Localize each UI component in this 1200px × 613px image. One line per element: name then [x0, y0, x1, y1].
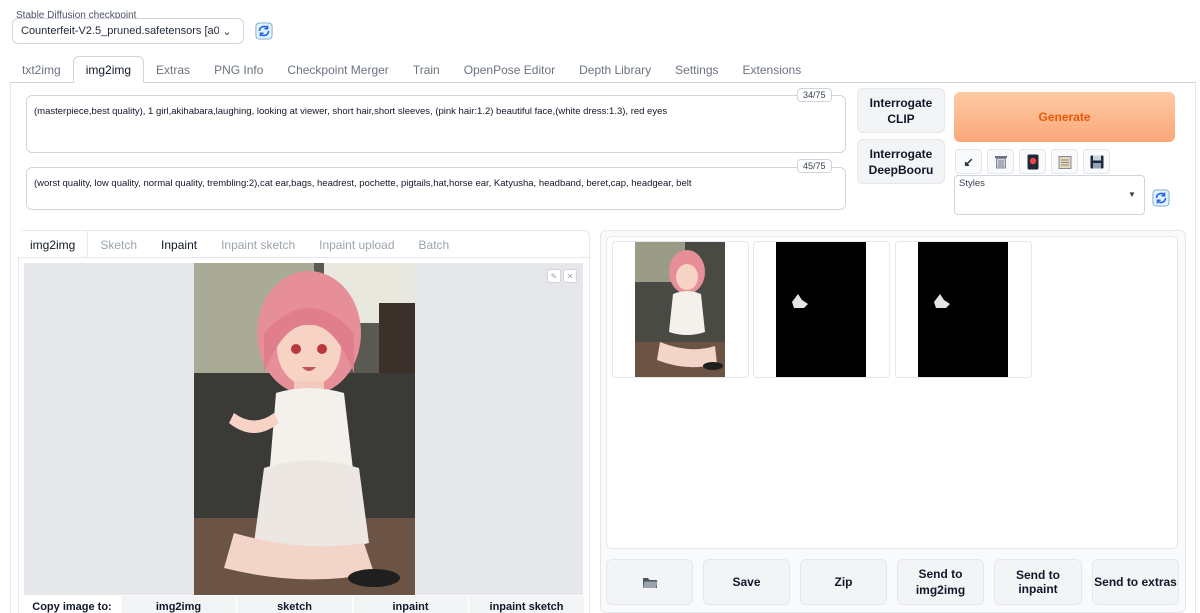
tab-extensions[interactable]: Extensions — [731, 56, 814, 83]
tab-settings[interactable]: Settings — [663, 56, 730, 83]
send-to-img2img-button[interactable]: Send to img2img — [897, 559, 984, 605]
img2img-mode-tabs: img2img Sketch Inpaint Inpaint sketch In… — [18, 231, 461, 258]
tab-train[interactable]: Train — [401, 56, 452, 83]
negative-prompt-token-counter: 45/75 — [797, 159, 832, 173]
prompt-input[interactable]: (masterpiece,best quality), 1 girl,akiha… — [26, 95, 846, 153]
subtab-batch[interactable]: Batch — [407, 231, 462, 258]
copy-to-sketch-button[interactable]: sketch — [236, 596, 352, 613]
save-style-button[interactable] — [1083, 149, 1110, 174]
input-image — [194, 263, 415, 595]
open-folder-button[interactable] — [606, 559, 693, 605]
gallery-thumbnail[interactable] — [895, 241, 1032, 378]
refresh-checkpoint-button[interactable] — [253, 20, 275, 42]
mask-image — [776, 242, 866, 377]
main-tabs: txt2img img2img Extras PNG Info Checkpoi… — [10, 56, 813, 83]
clear-prompt-button[interactable] — [987, 149, 1014, 174]
checkpoint-value: Counterfeit-V2.5_pruned.safetensors [a07… — [21, 25, 219, 37]
prompt-token-counter: 34/75 — [797, 88, 832, 102]
folder-icon — [642, 577, 657, 588]
tab-img2img[interactable]: img2img — [72, 56, 145, 83]
copy-to-inpaint-button[interactable]: inpaint — [352, 596, 468, 613]
arrow-down-left-icon: ↙ — [963, 154, 974, 169]
checkpoint-select[interactable]: Counterfeit-V2.5_pruned.safetensors [a07… — [12, 18, 244, 44]
floppy-disk-icon — [1090, 155, 1103, 168]
subtab-img2img[interactable]: img2img — [18, 231, 89, 258]
chevron-down-icon: ⌄ — [222, 25, 232, 38]
subtab-sketch[interactable]: Sketch — [88, 231, 149, 258]
refresh-icon — [255, 22, 273, 40]
tab-openpose-editor[interactable]: OpenPose Editor — [452, 56, 567, 83]
styles-label: Styles — [959, 178, 985, 189]
mask-image — [918, 242, 1008, 377]
interrogate-clip-button[interactable]: Interrogate CLIP — [857, 88, 945, 133]
zip-button[interactable]: Zip — [800, 559, 887, 605]
clipboard-icon — [1058, 155, 1071, 169]
tab-depth-library[interactable]: Depth Library — [567, 56, 663, 83]
tab-extras[interactable]: Extras — [144, 56, 202, 83]
apply-style-button[interactable] — [1051, 149, 1078, 174]
subtab-inpaint-sketch[interactable]: Inpaint sketch — [209, 231, 307, 258]
subtab-inpaint[interactable]: Inpaint — [149, 231, 209, 258]
interrogate-deepbooru-button[interactable]: Interrogate DeepBooru — [857, 139, 945, 184]
generate-button[interactable]: Generate — [954, 92, 1175, 142]
read-params-button[interactable]: ↙ — [955, 149, 982, 174]
refresh-styles-button[interactable] — [1150, 187, 1172, 209]
tab-checkpoint-merger[interactable]: Checkpoint Merger — [275, 56, 400, 83]
gallery-thumbnail[interactable] — [753, 241, 890, 378]
save-button[interactable]: Save — [703, 559, 790, 605]
gallery-thumbnail[interactable] — [612, 241, 749, 378]
refresh-icon — [1152, 189, 1170, 207]
generated-image — [635, 242, 725, 377]
send-to-extras-button[interactable]: Send to extras — [1092, 559, 1179, 605]
copy-to-inpaint-sketch-button[interactable]: inpaint sketch — [468, 596, 584, 613]
extra-networks-button[interactable] — [1019, 149, 1046, 174]
copy-image-label: Copy image to: — [32, 601, 112, 613]
copy-to-img2img-button[interactable]: img2img — [120, 596, 236, 613]
trash-icon — [994, 156, 1007, 169]
tab-png-info[interactable]: PNG Info — [202, 56, 275, 83]
subtab-divider — [18, 257, 590, 258]
subtab-inpaint-upload[interactable]: Inpaint upload — [307, 231, 406, 258]
send-to-inpaint-button[interactable]: Send to inpaint — [994, 559, 1082, 605]
copy-image-row: Copy image to: img2img sketch inpaint in… — [24, 596, 584, 613]
dropdown-caret-icon: ▼ — [1128, 190, 1136, 199]
tab-txt2img[interactable]: txt2img — [10, 56, 73, 83]
close-icon[interactable]: ✕ — [563, 269, 577, 283]
edit-icon[interactable]: ✎ — [547, 269, 561, 283]
flower-card-icon — [1027, 154, 1038, 169]
negative-prompt-input[interactable]: (worst quality, low quality, normal qual… — [26, 167, 846, 210]
